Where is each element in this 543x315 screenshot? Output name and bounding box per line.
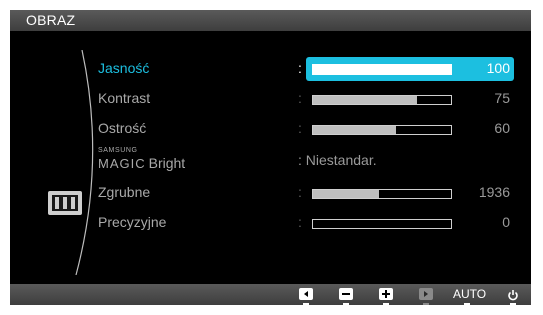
brightness-value: 100 [486, 60, 510, 76]
slider-fill [313, 96, 417, 104]
menu-item-sharpness[interactable]: Ostrość : 60 [98, 117, 518, 141]
sharpness-slider[interactable] [312, 125, 452, 135]
left-arrow-icon[interactable] [299, 288, 313, 300]
colon-separator: : [298, 120, 302, 136]
button-tick [464, 303, 470, 305]
button-tick [423, 303, 429, 305]
colon-separator: : [298, 184, 302, 200]
fine-value: 0 [502, 214, 510, 230]
osd-menu: OBRAZ Jasność : 100 Kontrast : 75 Ostroś… [10, 10, 531, 305]
auto-button[interactable]: AUTO [453, 287, 486, 301]
menu-item-fine[interactable]: Precyzyjne : 0 [98, 211, 518, 235]
osd-header: OBRAZ [10, 10, 531, 31]
button-tick [510, 303, 516, 305]
menu-item-magic-bright[interactable]: SAMSUNG MAGIC Bright : Niestandar. [98, 147, 518, 173]
menu-item-brightness[interactable]: Jasność : 100 [98, 57, 518, 81]
menu-item-label: Ostrość [98, 120, 147, 136]
menu-item-label: Jasność [98, 60, 150, 76]
contrast-slider[interactable] [312, 95, 452, 105]
menu-item-contrast[interactable]: Kontrast : 75 [98, 87, 518, 111]
sharpness-value: 60 [494, 120, 510, 136]
magic-bright-value: : Niestandar. [298, 152, 377, 168]
osd-footer: AUTO [10, 284, 531, 305]
button-tick [303, 303, 309, 305]
fine-slider[interactable] [312, 219, 452, 229]
right-arrow-icon [419, 288, 433, 300]
slider-fill [313, 126, 396, 134]
menu-item-label: Precyzyjne [98, 214, 167, 230]
menu-item-label: Zgrubne [98, 184, 151, 200]
bright-label: Bright [148, 155, 186, 171]
slider-fill [313, 65, 451, 74]
category-rail [26, 50, 96, 275]
magic-bright-label: SAMSUNG MAGIC Bright [98, 147, 185, 173]
brightness-slider[interactable] [312, 64, 452, 75]
button-tick [343, 303, 349, 305]
coarse-slider[interactable] [312, 189, 452, 199]
picture-menu-icon[interactable] [48, 191, 82, 215]
colon-separator: : [298, 214, 302, 230]
magic-wordmark: MAGIC [98, 156, 146, 171]
minus-icon[interactable] [339, 288, 353, 300]
power-icon[interactable] [507, 288, 519, 301]
button-tick [383, 303, 389, 305]
osd-title: OBRAZ [26, 12, 76, 28]
colon-separator: : [298, 90, 302, 106]
plus-icon[interactable] [379, 288, 393, 300]
contrast-value: 75 [494, 90, 510, 106]
samsung-wordmark: SAMSUNG [98, 147, 138, 154]
slider-fill [313, 190, 380, 198]
coarse-value: 1936 [478, 184, 510, 200]
colon-separator: : [298, 60, 302, 76]
menu-item-coarse[interactable]: Zgrubne : 1936 [98, 181, 518, 205]
curved-separator [75, 50, 94, 275]
menu-item-label: Kontrast [98, 90, 151, 106]
